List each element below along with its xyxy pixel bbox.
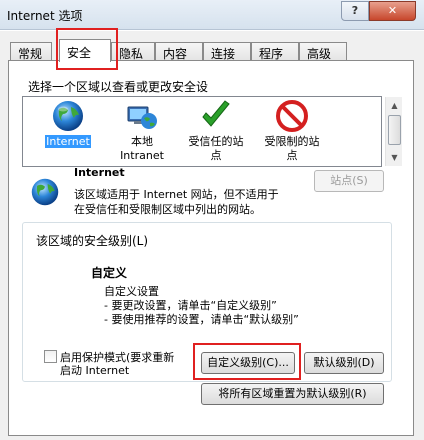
- zone-trusted-sites[interactable]: 受信任的站 点: [181, 99, 251, 162]
- zone-name: Internet: [74, 166, 125, 179]
- title-bar: Internet 选项 ? ✕: [0, 0, 424, 30]
- tab-security[interactable]: 安全: [59, 39, 111, 62]
- zone-list: Internet 本地 Intranet 受信任的站 点 受限制的站 点 ▲ ▼: [22, 96, 402, 167]
- protected-mode-checkbox[interactable]: [44, 350, 57, 363]
- zone-internet-label: Internet: [45, 135, 91, 148]
- security-level-legend: 该区域的安全级别(L): [34, 232, 151, 249]
- globe-icon: [53, 101, 83, 131]
- zone-prompt-text: 选择一个区域以查看或更改安全设: [28, 80, 209, 94]
- tab-general[interactable]: 常规: [10, 42, 52, 61]
- protected-mode-label-line-2: 启动 Internet: [60, 364, 130, 377]
- local-intranet-icon: [127, 106, 157, 129]
- zone-internet[interactable]: Internet: [37, 99, 99, 148]
- zone-trusted-label-2: 点: [210, 149, 222, 162]
- zone-description-line-1: 该区域适用于 Internet 网站，但不适用于: [74, 188, 279, 201]
- tab-advanced[interactable]: 高级: [299, 42, 347, 61]
- tab-programs[interactable]: 程序: [251, 42, 299, 61]
- help-button[interactable]: ?: [341, 1, 369, 21]
- tab-connections[interactable]: 连接: [203, 42, 251, 61]
- zone-list-scrollbar[interactable]: ▲ ▼: [385, 97, 402, 166]
- zone-restricted-sites[interactable]: 受限制的站 点: [257, 99, 327, 162]
- scroll-up-arrow-icon[interactable]: ▲: [386, 97, 403, 114]
- zone-restricted-label-1: 受限制的站: [264, 135, 320, 148]
- tab-content[interactable]: 内容: [155, 42, 203, 61]
- sites-button[interactable]: 站点(S): [314, 170, 384, 192]
- tab-privacy[interactable]: 隐私: [111, 42, 155, 61]
- window-title: Internet 选项: [7, 9, 83, 23]
- trusted-sites-check-icon: [202, 100, 230, 127]
- scroll-down-arrow-icon[interactable]: ▼: [386, 149, 403, 166]
- zone-trusted-label-1: 受信任的站: [188, 135, 244, 148]
- security-level-name: 自定义: [91, 266, 128, 280]
- default-level-button[interactable]: 默认级别(D): [304, 352, 384, 374]
- zone-local-intranet[interactable]: 本地 Intranet: [109, 99, 175, 162]
- custom-level-button[interactable]: 自定义级别(C)...: [201, 352, 295, 374]
- close-button[interactable]: ✕: [369, 1, 416, 21]
- zone-local-label-2: Intranet: [120, 149, 164, 162]
- zone-local-label-1: 本地: [131, 135, 153, 148]
- recommended-settings-hint: - 要使用推荐的设置，请单击“默认级别”: [104, 313, 299, 326]
- restricted-sites-icon: [276, 100, 308, 132]
- zone-restricted-label-2: 点: [286, 149, 298, 162]
- reset-all-zones-button[interactable]: 将所有区域重置为默认级别(R): [201, 383, 384, 405]
- scroll-thumb[interactable]: [388, 115, 401, 145]
- internet-zone-globe-icon: [31, 178, 59, 206]
- zone-description-line-2: 在受信任和受限制区域中列出的网站。: [74, 203, 261, 216]
